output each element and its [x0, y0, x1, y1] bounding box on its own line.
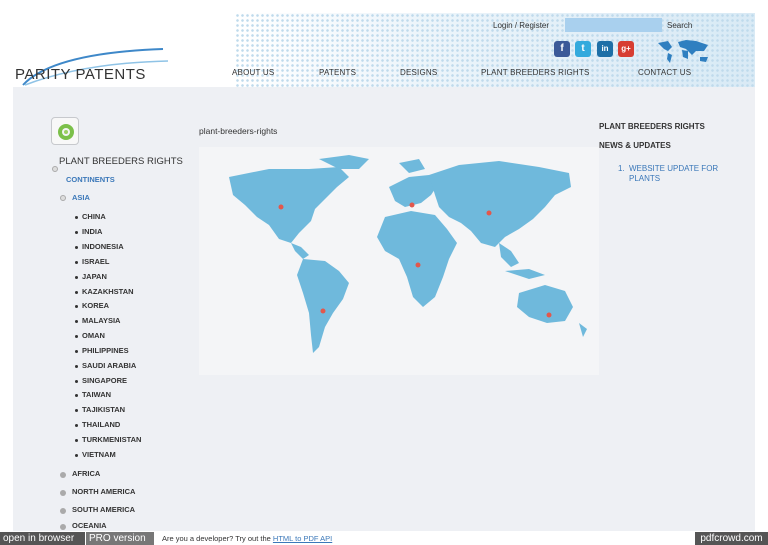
world-map-icon	[229, 155, 587, 353]
collapse-icon[interactable]	[60, 195, 66, 201]
map-pin-icon[interactable]	[409, 202, 415, 208]
tree-north-america[interactable]: NORTH AMERICA	[72, 487, 135, 496]
header: PARITY PATENTS Login / Register Search f…	[13, 13, 755, 87]
html-to-pdf-api-link[interactable]: HTML to PDF API	[273, 534, 332, 543]
open-in-browser-button[interactable]: open in browser	[0, 532, 85, 545]
country-item[interactable]: INDONESIA	[75, 242, 124, 251]
country-item[interactable]: VIETNAM	[75, 450, 116, 459]
linkedin-icon[interactable]: in	[597, 41, 613, 57]
nav-contact-us[interactable]: CONTACT US	[638, 68, 691, 77]
pro-version-button[interactable]: PRO version	[86, 532, 154, 545]
expand-icon[interactable]	[60, 524, 66, 530]
country-item[interactable]: JAPAN	[75, 272, 107, 281]
expand-icon[interactable]	[60, 472, 66, 478]
nav-plant-breeders-rights[interactable]: PLANT BREEDERS RIGHTS	[481, 68, 590, 77]
login-register-link[interactable]: Login / Register	[493, 21, 549, 30]
country-item[interactable]: SINGAPORE	[75, 376, 127, 385]
flower-icon	[58, 124, 74, 140]
pdfcrowd-brand-button[interactable]: pdfcrowd.com	[695, 532, 768, 545]
plant-icon-box	[51, 117, 79, 145]
tree-oceania[interactable]: OCEANIA	[72, 521, 107, 530]
country-item[interactable]: CHINA	[75, 212, 106, 221]
world-map	[199, 147, 599, 375]
world-map-mini-icon	[658, 40, 708, 63]
country-item[interactable]: TURKMENISTAN	[75, 435, 141, 444]
tree-south-america[interactable]: SOUTH AMERICA	[72, 505, 135, 514]
news-number: 1.	[618, 164, 625, 173]
nav-patents[interactable]: PATENTS	[319, 68, 356, 77]
tree-asia[interactable]: ASIA	[72, 193, 90, 202]
expand-icon[interactable]	[60, 490, 66, 496]
facebook-icon[interactable]: f	[554, 41, 570, 57]
tree-continents[interactable]: CONTINENTS	[66, 175, 115, 184]
map-pin-icon[interactable]	[320, 308, 326, 314]
country-item[interactable]: THAILAND	[75, 420, 120, 429]
collapse-icon[interactable]	[52, 166, 58, 172]
map-pin-icon[interactable]	[415, 262, 421, 268]
sidebar-heading-news: NEWS & UPDATES	[599, 141, 671, 150]
nav-designs[interactable]: DESIGNS	[400, 68, 437, 77]
nav-about-us[interactable]: ABOUT US	[232, 68, 274, 77]
country-item[interactable]: TAJIKISTAN	[75, 405, 125, 414]
tree-title: PLANT BREEDERS RIGHTS	[59, 156, 183, 167]
sidebar-heading-plant[interactable]: PLANT BREEDERS RIGHTS	[599, 122, 705, 131]
country-item[interactable]: MALAYSIA	[75, 316, 120, 325]
country-item[interactable]: PHILIPPINES	[75, 346, 129, 355]
country-item[interactable]: ISRAEL	[75, 257, 110, 266]
map-pin-icon[interactable]	[486, 210, 492, 216]
breadcrumb: plant-breeders-rights	[199, 126, 278, 136]
map-pin-icon[interactable]	[278, 204, 284, 210]
developer-text-label: Are you a developer? Try out the	[162, 534, 271, 543]
logo[interactable]: PARITY PATENTS	[15, 66, 146, 83]
expand-icon[interactable]	[60, 508, 66, 514]
googleplus-icon[interactable]: g+	[618, 41, 634, 57]
search-input[interactable]	[565, 18, 662, 32]
search-button[interactable]: Search	[667, 21, 692, 30]
country-item[interactable]: OMAN	[75, 331, 105, 340]
tree-africa[interactable]: AFRICA	[72, 469, 100, 478]
developer-text: Are you a developer? Try out the HTML to…	[162, 534, 332, 543]
news-item-link[interactable]: WEBSITE UPDATE FOR PLANTS	[629, 164, 719, 184]
country-item[interactable]: INDIA	[75, 227, 102, 236]
twitter-icon[interactable]: t	[575, 41, 591, 57]
country-item[interactable]: KAZAKHSTAN	[75, 287, 134, 296]
country-item[interactable]: TAIWAN	[75, 390, 111, 399]
country-item[interactable]: KOREA	[75, 301, 109, 310]
map-pin-icon[interactable]	[546, 312, 552, 318]
country-item[interactable]: SAUDI ARABIA	[75, 361, 136, 370]
